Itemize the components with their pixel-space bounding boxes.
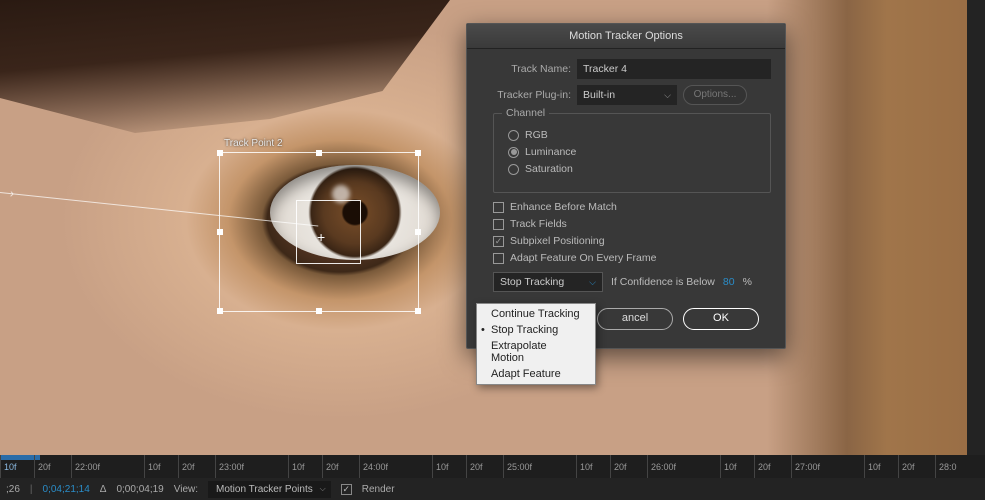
radio-rgb[interactable]: RGB <box>508 129 756 141</box>
tick: 10f <box>288 455 322 478</box>
tick: 10f <box>576 455 610 478</box>
tick: 10f <box>864 455 898 478</box>
render-checkbox[interactable] <box>341 484 352 495</box>
right-panel-edge <box>967 0 985 455</box>
check-adapt[interactable]: Adapt Feature On Every Frame <box>493 252 771 264</box>
attach-point[interactable]: + <box>317 230 325 244</box>
track-point-label: Track Point 2 <box>224 138 283 149</box>
duration-field[interactable]: ;26 <box>6 484 20 495</box>
confidence-action-select[interactable]: Stop Tracking <box>493 272 603 292</box>
tick: 23:00f <box>215 455 288 478</box>
track-name-label: Track Name: <box>481 63 571 75</box>
tick: 25:00f <box>503 455 576 478</box>
plugin-options-button: Options... <box>683 85 747 105</box>
dropdown-item[interactable]: Adapt Feature <box>477 366 595 382</box>
tick: 24:00f <box>359 455 432 478</box>
tick: 10f <box>144 455 178 478</box>
timeline-ruler[interactable]: 10f 20f 22:00f 10f 20f 23:00f 10f 20f 24… <box>0 455 985 478</box>
tick: 10f <box>0 455 34 478</box>
view-label: View: <box>174 484 198 495</box>
confidence-value[interactable]: 80 <box>723 276 735 288</box>
radio-saturation[interactable]: Saturation <box>508 163 756 175</box>
cancel-button[interactable]: ancel <box>597 308 673 330</box>
dialog-title: Motion Tracker Options <box>467 24 785 49</box>
status-bar: ;26 | 0;04;21;14 Δ 0;00;04;19 View: Moti… <box>0 478 985 500</box>
dropdown-item[interactable]: Stop Tracking <box>477 322 595 338</box>
track-name-input[interactable] <box>577 59 771 79</box>
motion-tracker-options-dialog: Motion Tracker Options Track Name: Track… <box>466 23 786 349</box>
tick: 20f <box>898 455 935 478</box>
feature-region[interactable] <box>296 200 361 264</box>
delta-icon: Δ <box>100 484 107 495</box>
dropdown-item[interactable]: Continue Tracking <box>477 306 595 322</box>
tick: 20f <box>610 455 647 478</box>
channel-legend: Channel <box>502 107 549 119</box>
check-subpixel[interactable]: Subpixel Positioning <box>493 235 771 247</box>
current-time-display[interactable]: 0;04;21;14 <box>43 484 90 495</box>
tick: 10f <box>720 455 754 478</box>
tick: 27:00f <box>791 455 864 478</box>
tick: 20f <box>178 455 215 478</box>
tick: 20f <box>322 455 359 478</box>
tick: 10f <box>432 455 466 478</box>
render-label: Render <box>362 484 395 495</box>
tick: 20f <box>466 455 503 478</box>
tick: 28:0 <box>935 455 985 478</box>
confidence-pct: % <box>743 276 752 288</box>
check-track-fields[interactable]: Track Fields <box>493 218 771 230</box>
confidence-dropdown[interactable]: Continue Tracking Stop Tracking Extrapol… <box>476 303 596 385</box>
ok-button[interactable]: OK <box>683 308 759 330</box>
radio-luminance[interactable]: Luminance <box>508 146 756 158</box>
tick: 20f <box>754 455 791 478</box>
view-select[interactable]: Motion Tracker Points <box>208 481 331 498</box>
tick: 26:00f <box>647 455 720 478</box>
delta-time[interactable]: 0;00;04;19 <box>116 484 163 495</box>
check-enhance[interactable]: Enhance Before Match <box>493 201 771 213</box>
plugin-label: Tracker Plug-in: <box>481 89 571 101</box>
plugin-select[interactable]: Built-in <box>577 85 677 105</box>
dropdown-item[interactable]: Extrapolate Motion <box>477 338 595 366</box>
confidence-label: If Confidence is Below <box>611 276 715 288</box>
tick: 20f <box>34 455 71 478</box>
tick: 22:00f <box>71 455 144 478</box>
